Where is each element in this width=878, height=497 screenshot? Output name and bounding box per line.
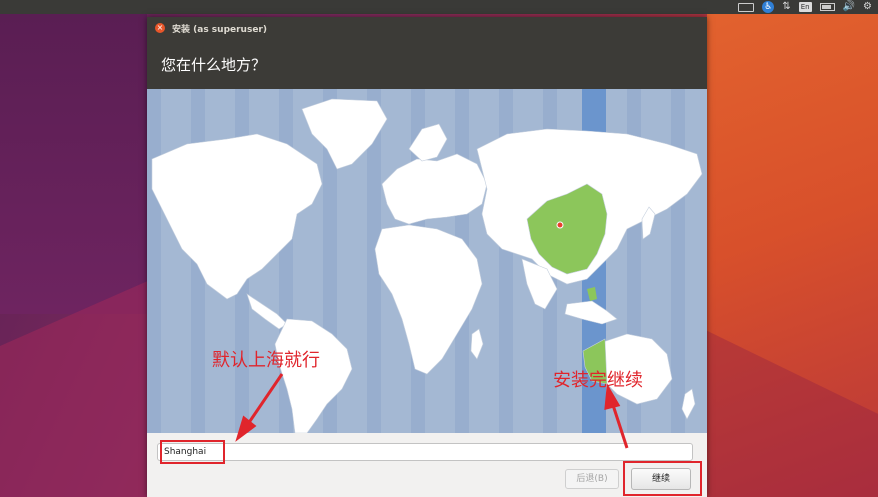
annotation-arrows (235, 373, 629, 449)
annotation-left: 默认上海就行 (212, 350, 320, 371)
annotation-right: 安装完继续 (553, 370, 643, 391)
